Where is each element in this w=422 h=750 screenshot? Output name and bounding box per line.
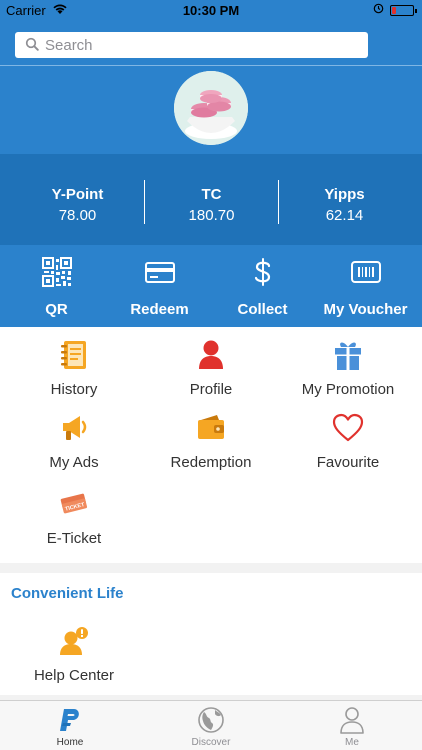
tab-bar: Home Discover Me (0, 700, 422, 750)
heart-icon (278, 412, 418, 444)
tab-home[interactable]: Home (0, 701, 140, 750)
notebook-icon (4, 339, 144, 371)
megaphone-icon (4, 412, 144, 444)
menu-item-label: Help Center (33, 667, 115, 684)
menu-item-label: E-Ticket (46, 530, 102, 547)
stat-y-point[interactable]: Y-Point 78.00 (11, 186, 144, 224)
redeem-label: Redeem (130, 301, 189, 318)
my-voucher-button[interactable]: My Voucher (313, 245, 418, 327)
stat-label: Y-Point (51, 186, 104, 203)
menu-item-label: Profile (189, 381, 233, 398)
tab-discover[interactable]: Discover (141, 701, 281, 750)
card-icon (107, 257, 212, 287)
avatar[interactable] (174, 71, 248, 145)
menu-item-help-center[interactable]: Help Center (4, 625, 144, 684)
points-summary: Y-Point 78.00 TC 180.70 Yipps 62.14 (0, 154, 422, 245)
stat-value: 62.14 (325, 207, 364, 224)
qr-label: QR (45, 301, 68, 318)
help-center-icon (4, 625, 144, 657)
tab-label: Discover (191, 737, 231, 748)
search-bar[interactable] (15, 32, 368, 58)
globe-icon (141, 706, 281, 734)
menu-item-e-ticket[interactable]: TICKET E-Ticket (4, 488, 144, 547)
stat-yipps[interactable]: Yipps 62.14 (278, 186, 411, 224)
stat-label: Yipps (324, 186, 365, 203)
search-icon (25, 37, 39, 56)
alarm-icon (373, 3, 384, 17)
wallet-icon (141, 412, 281, 444)
section-title: Convenient Life (11, 585, 124, 602)
menu-item-my-ads[interactable]: My Ads (4, 412, 144, 471)
status-bar: Carrier 10:30 PM (0, 0, 422, 22)
stat-value: 78.00 (58, 207, 97, 224)
qr-code-icon (4, 257, 109, 287)
menu-item-label: Redemption (170, 454, 252, 471)
badge-exclamation (81, 635, 83, 637)
tab-label: Home (56, 737, 84, 748)
voucher-icon (313, 257, 418, 287)
stat-value: 180.70 (188, 207, 235, 224)
menu-item-profile[interactable]: Profile (141, 339, 281, 398)
header-area (0, 22, 422, 154)
menu-item-label: My Promotion (301, 381, 395, 398)
menu-item-label: My Ads (49, 454, 99, 471)
clock-time: 10:30 PM (182, 3, 240, 18)
stat-tc[interactable]: TC 180.70 (145, 186, 278, 224)
gift-icon (278, 339, 418, 371)
menu-item-label: History (50, 381, 98, 398)
header-divider (0, 65, 422, 66)
battery-icon (390, 5, 417, 16)
tab-label: Me (345, 737, 359, 748)
menu-item-favourite[interactable]: Favourite (278, 412, 418, 471)
ticket-icon: TICKET (4, 488, 144, 520)
menu-item-history[interactable]: History (4, 339, 144, 398)
search-input[interactable] (45, 35, 355, 55)
quick-actions: QR Redeem Collect My Voucher (0, 245, 422, 327)
collect-label: Collect (237, 301, 288, 318)
menu-item-label: Favourite (316, 454, 380, 471)
person-icon (141, 339, 281, 371)
redeem-button[interactable]: Redeem (107, 245, 212, 327)
home-logo-icon (0, 706, 140, 734)
collect-button[interactable]: Collect (210, 245, 315, 327)
menu-item-redemption[interactable]: Redemption (141, 412, 281, 471)
my-voucher-label: My Voucher (323, 301, 408, 318)
person-outline-icon (282, 706, 422, 734)
dollar-icon (210, 257, 315, 287)
convenient-life-section: Convenient Life Help Center (0, 573, 422, 695)
stat-label: TC (201, 186, 222, 203)
qr-button[interactable]: QR (4, 245, 109, 327)
tab-me[interactable]: Me (282, 701, 422, 750)
menu-grid: History Profile My Promotion My Ads Rede… (0, 327, 422, 563)
menu-item-my-promotion[interactable]: My Promotion (278, 339, 418, 398)
